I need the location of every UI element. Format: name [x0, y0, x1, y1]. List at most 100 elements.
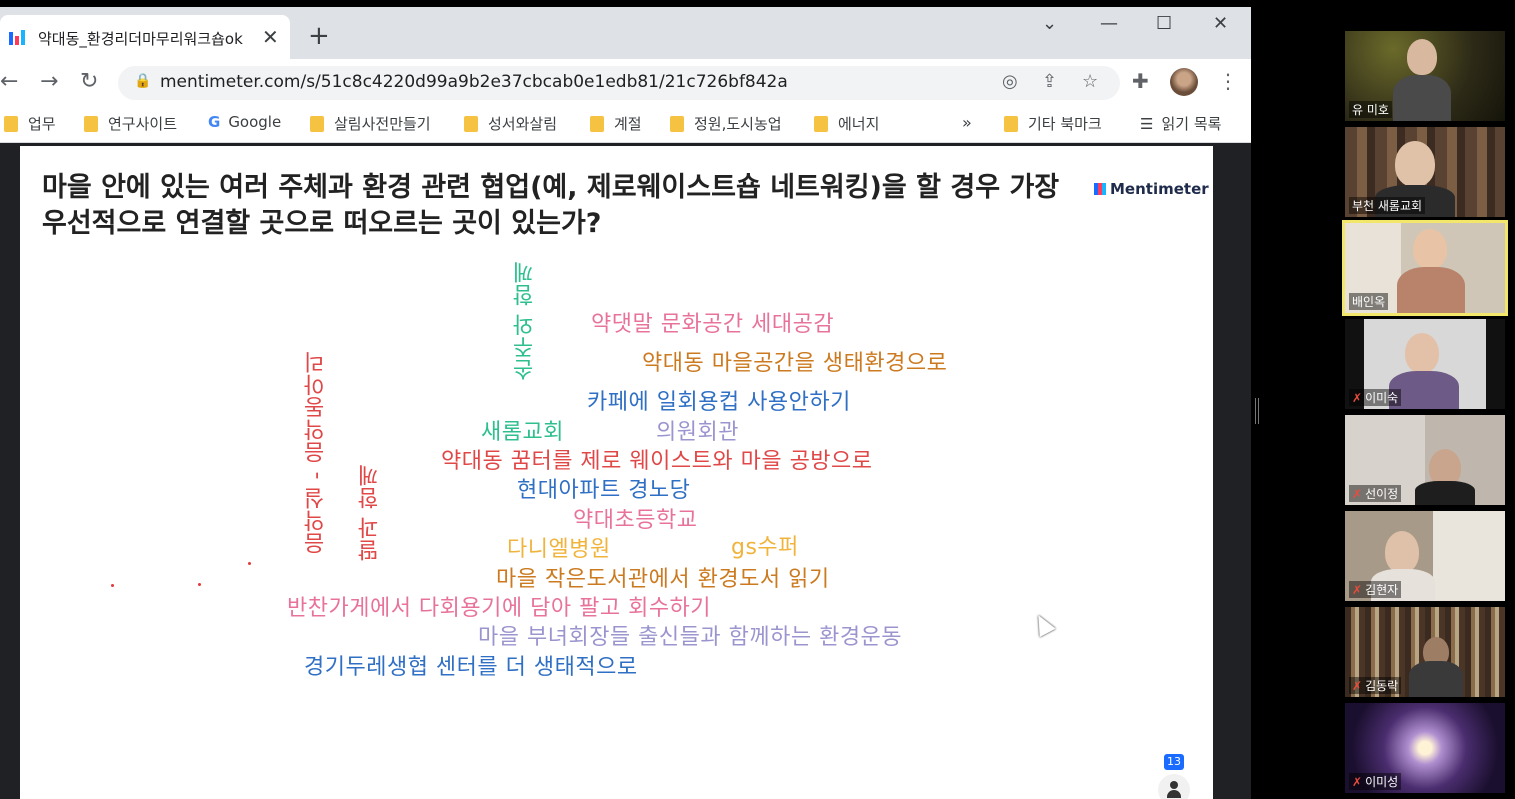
tab-close-icon[interactable]: ✕: [262, 25, 279, 49]
participant-tile[interactable]: ✗ 김현자: [1345, 511, 1505, 601]
panel-resize-handle[interactable]: [1255, 398, 1259, 424]
bookmark-folder[interactable]: 정원,도시농업: [670, 113, 782, 137]
question-title: 마을 안에 있는 여러 주체과 환경 관련 협업(예, 제로웨이스트숍 네트워킹…: [42, 172, 1060, 239]
tracking-off-icon[interactable]: ◎: [1002, 71, 1018, 92]
bookmarks-bar: 업무 연구사이트 G Google 살림사전만들기 성서와살림 계절 정원,도시농…: [0, 107, 1251, 143]
menu-kebab-icon[interactable]: ⋮: [1218, 69, 1238, 93]
tab-strip: 약대동_환경리더마무리워크숍ok ✕ + ⌄ — ☐ ✕: [0, 7, 1251, 59]
participant-tile[interactable]: ✗ 이미숙: [1345, 319, 1505, 409]
mentimeter-mark-icon: [1094, 183, 1106, 195]
word-cloud-speck: [248, 562, 251, 565]
muted-mic-icon: ✗: [1352, 775, 1363, 789]
word-cloud-item: 마을 작은도서관에서 환경도서 읽기: [496, 567, 830, 592]
muted-mic-icon: ✗: [1352, 391, 1363, 405]
google-icon: G: [208, 113, 221, 131]
participant-name: 부천 새롬교회: [1349, 197, 1426, 214]
word-cloud-speck: [198, 583, 201, 586]
participant-face: [1395, 141, 1435, 187]
mentimeter-favicon-icon: [9, 30, 25, 45]
profile-avatar[interactable]: [1170, 68, 1198, 96]
participant-tile[interactable]: 부천 새롬교회: [1345, 127, 1505, 217]
folder-icon: [670, 116, 684, 132]
maximize-icon[interactable]: ☐: [1156, 13, 1172, 34]
folder-icon: [84, 116, 98, 132]
tab-title: 약대동_환경리더마무리워크숍ok: [38, 30, 243, 48]
folder-icon: [590, 116, 604, 132]
word-cloud-item: 손주와 함께: [513, 261, 538, 381]
minimize-icon[interactable]: —: [1100, 13, 1118, 34]
folder-icon: [4, 116, 18, 132]
reading-list[interactable]: ☰ 읽기 목록: [1140, 113, 1221, 137]
back-icon[interactable]: ←: [0, 69, 18, 94]
word-cloud-item: 다니엘병원: [507, 537, 611, 562]
extensions-icon[interactable]: ✚: [1132, 69, 1149, 93]
participant-face: [1407, 39, 1437, 75]
word-cloud-item: 현대아파트 경노당: [517, 478, 691, 503]
bookmark-star-icon[interactable]: ☆: [1082, 71, 1098, 92]
participant-tile[interactable]: ✗ 이미성: [1345, 703, 1505, 793]
bookmark-google[interactable]: G Google: [208, 113, 281, 137]
bookmark-folder[interactable]: 계절: [590, 113, 642, 137]
forward-icon[interactable]: →: [40, 69, 58, 94]
participant-name: ✗ 김현자: [1349, 581, 1402, 598]
new-tab-button[interactable]: +: [308, 23, 330, 49]
word-cloud-item: 약대동 꿈터를 제로 웨이스트와 마을 공방으로: [441, 449, 873, 474]
participant-tile[interactable]: 유 미호: [1345, 31, 1505, 121]
bookmark-folder[interactable]: 살림사전만들기: [310, 113, 431, 137]
participant-tile[interactable]: ✗ 선이정: [1345, 415, 1505, 505]
bookmark-folder[interactable]: 연구사이트: [84, 113, 177, 137]
participant-face: [1385, 531, 1419, 573]
word-cloud-item: 반찬가게에서 다회용기에 담아 팔고 회수하기: [287, 596, 712, 621]
word-cloud-item: 카페에 일회용컵 사용안하기: [587, 390, 851, 415]
participant-tile[interactable]: ✗ 김동락: [1345, 607, 1505, 697]
word-cloud-item: 약대동 마을공간을 생태환경으로: [642, 351, 948, 376]
word-cloud-item: 새롬교회: [481, 420, 564, 445]
browser-window: 약대동_환경리더마무리워크숍ok ✕ + ⌄ — ☐ ✕ ← → ↻ 🔒 men…: [0, 7, 1251, 799]
bookmarks-overflow-button[interactable]: »: [962, 113, 972, 132]
mouse-cursor-icon: [1030, 610, 1056, 638]
participant-name: ✗ 이미성: [1349, 773, 1402, 790]
muted-mic-icon: ✗: [1352, 583, 1363, 597]
participants-indicator[interactable]: 13: [1156, 754, 1192, 799]
participant-name: 배인옥: [1349, 293, 1389, 310]
participant-tile-active-speaker[interactable]: 배인옥: [1342, 220, 1508, 316]
folder-icon: [814, 116, 828, 132]
muted-mic-icon: ✗: [1352, 487, 1363, 501]
participant-body: [1409, 661, 1463, 697]
word-cloud-item: 마을 부녀회장들 출신들과 함께하는 환경운동: [478, 625, 903, 650]
participants-count-badge: 13: [1164, 754, 1184, 770]
participant-body: [1393, 75, 1451, 121]
participant-body: [1415, 481, 1475, 505]
reload-icon[interactable]: ↻: [80, 69, 98, 94]
bookmark-folder[interactable]: 업무: [4, 113, 56, 137]
share-icon[interactable]: ⇪: [1042, 71, 1057, 92]
address-bar[interactable]: 🔒 mentimeter.com/s/51c8c4220d99a9b2e37cb…: [118, 66, 1120, 100]
other-bookmarks[interactable]: 기타 북마크: [1004, 113, 1102, 137]
mentimeter-slide: 마을 안에 있는 여러 주체과 환경 관련 협업(예, 제로웨이스트숍 네트워킹…: [20, 146, 1213, 799]
folder-icon: [464, 116, 478, 132]
word-cloud-item: 의원회관: [656, 420, 739, 445]
bookmark-folder[interactable]: 성서와살림: [464, 113, 557, 137]
word-cloud-item: 약댓말 문화공간 세대공감: [591, 312, 835, 337]
tab-active[interactable]: 약대동_환경리더마무리워크숍ok ✕: [0, 15, 290, 59]
participant-face: [1405, 333, 1439, 373]
participant-name: ✗ 이미숙: [1349, 389, 1402, 406]
word-cloud-item: 경기두레생협 센터를 더 생태적으로: [304, 655, 638, 680]
bookmark-folder[interactable]: 에너지: [814, 113, 879, 137]
participant-name: 유 미호: [1349, 101, 1392, 118]
participant-name: ✗ 선이정: [1349, 485, 1402, 502]
tab-search-icon[interactable]: ⌄: [1042, 13, 1057, 34]
participant-body: [1397, 267, 1465, 313]
word-cloud-speck: [111, 584, 114, 587]
muted-mic-icon: ✗: [1352, 679, 1363, 693]
folder-icon: [310, 116, 324, 132]
screen: 약대동_환경리더마무리워크숍ok ✕ + ⌄ — ☐ ✕ ← → ↻ 🔒 men…: [0, 0, 1515, 799]
word-cloud-item: 약대초등학교: [573, 508, 698, 533]
word-cloud-item: 딸과 함께: [358, 464, 383, 562]
participant-face: [1413, 229, 1447, 269]
url-text: mentimeter.com/s/51c8c4220d99a9b2e37cbca…: [160, 72, 788, 92]
mentimeter-logo: Mentimeter: [1094, 180, 1209, 198]
participant-name: ✗ 김동락: [1349, 677, 1402, 694]
close-window-icon[interactable]: ✕: [1213, 13, 1228, 34]
folder-icon: [1004, 116, 1018, 132]
